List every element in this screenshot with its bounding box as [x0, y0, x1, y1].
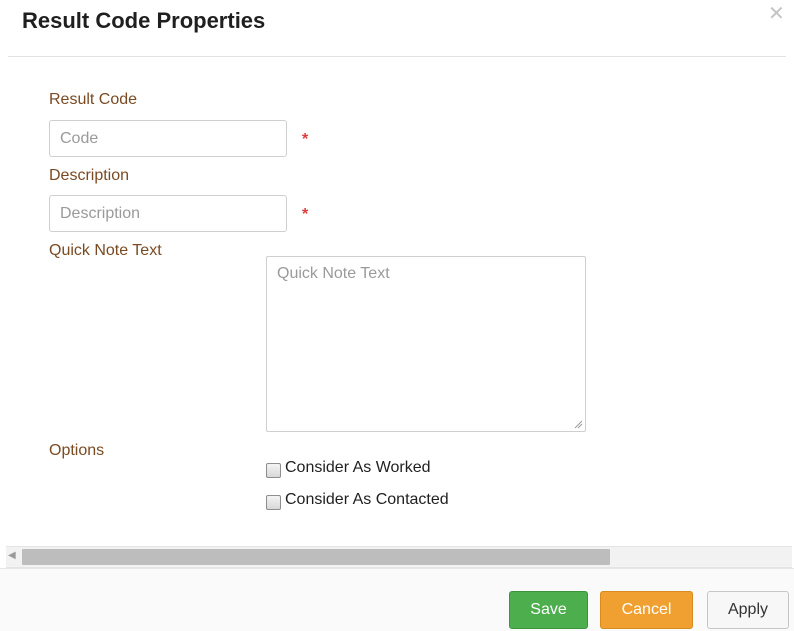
horizontal-scrollbar[interactable]: ◀	[6, 546, 792, 568]
cancel-button[interactable]: Cancel	[600, 591, 693, 629]
quick-note-textarea[interactable]	[266, 256, 586, 432]
resize-grip-icon[interactable]	[573, 419, 583, 429]
save-button[interactable]: Save	[509, 591, 588, 629]
result-code-input[interactable]	[49, 120, 287, 157]
horizontal-scrollbar-thumb[interactable]	[22, 549, 610, 565]
result-code-required-mark: *	[302, 131, 309, 148]
consider-as-worked-checkbox[interactable]	[266, 462, 281, 478]
apply-button[interactable]: Apply	[707, 591, 789, 629]
option-consider-as-contacted[interactable]: Consider As Contacted	[266, 490, 449, 510]
quick-note-label: Quick Note Text	[49, 242, 162, 259]
title-divider	[8, 56, 786, 57]
options-label: Options	[49, 442, 105, 459]
consider-as-contacted-checkbox[interactable]	[266, 494, 281, 510]
option-consider-as-worked[interactable]: Consider As Worked	[266, 458, 431, 478]
description-required-mark: *	[302, 206, 309, 223]
dialog-title: Result Code Properties	[22, 8, 266, 33]
description-input[interactable]	[49, 195, 287, 232]
result-code-label: Result Code	[49, 91, 138, 108]
close-icon[interactable]: ✕	[768, 4, 785, 24]
consider-as-contacted-label: Consider As Contacted	[285, 491, 449, 508]
description-label: Description	[49, 167, 130, 184]
consider-as-worked-label: Consider As Worked	[285, 459, 431, 476]
result-code-properties-dialog: Result Code Properties ✕ Result Code * D…	[0, 0, 794, 631]
scroll-left-arrow-icon[interactable]: ◀	[8, 550, 16, 561]
